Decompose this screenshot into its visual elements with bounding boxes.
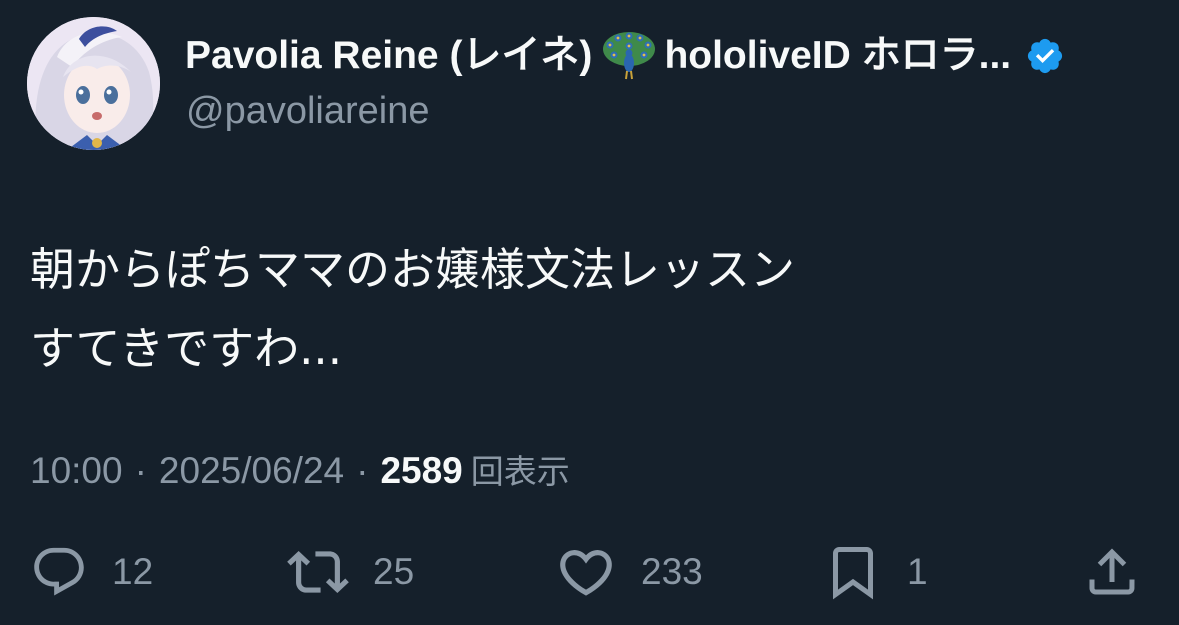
bookmark-icon [823, 542, 883, 602]
like-button[interactable]: 233 [555, 540, 703, 604]
tweet-meta: 10:00 · 2025/06/24 · 2589 回表示 [30, 448, 570, 495]
tweet-time[interactable]: 10:00 [30, 448, 123, 494]
display-name-prefix: Pavolia Reine (レイネ) [185, 34, 593, 77]
like-count: 233 [641, 551, 703, 592]
reply-button[interactable]: 12 [30, 540, 153, 604]
meta-separator: · [356, 450, 369, 491]
peacock-icon [598, 31, 660, 81]
tweet-text-line: すてきですわ... [30, 322, 343, 375]
display-name-suffix: hololiveID ホロラ... [664, 34, 1012, 77]
heart-icon [555, 541, 617, 603]
reply-icon [30, 543, 88, 601]
action-bar: 12 25 233 1 [0, 540, 1179, 610]
views-label: 回表示 [470, 452, 570, 491]
retweet-count: 25 [373, 551, 415, 592]
tweet-date[interactable]: 2025/06/24 [159, 448, 344, 494]
display-name[interactable]: Pavolia Reine (レイネ) hololiveID ホロラ... [185, 30, 1065, 82]
tweet-text: 朝からぽちママのお嬢様文法レッスン すてきですわ... [30, 230, 795, 388]
retweet-button[interactable]: 25 [287, 540, 414, 604]
tweet-text-line: 朝からぽちママのお嬢様文法レッスン [30, 243, 796, 296]
bookmark-count: 1 [907, 551, 928, 592]
meta-separator: · [134, 450, 147, 491]
avatar-image [27, 17, 160, 150]
reply-count: 12 [112, 551, 154, 592]
retweet-icon [287, 541, 349, 603]
bookmark-button[interactable]: 1 [823, 540, 928, 604]
share-icon [1082, 542, 1142, 602]
verified-badge-icon[interactable] [1025, 36, 1065, 76]
share-button[interactable] [1082, 540, 1142, 604]
avatar[interactable] [27, 17, 160, 150]
views-count[interactable]: 2589 [380, 448, 462, 494]
user-handle[interactable]: @pavoliareine [186, 88, 430, 134]
